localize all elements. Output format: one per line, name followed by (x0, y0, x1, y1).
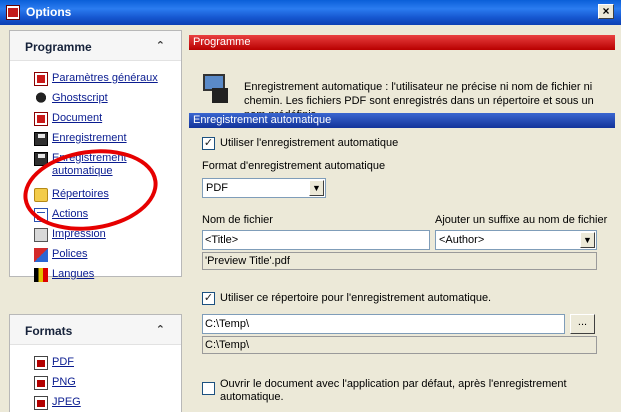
format-label: Format d'enregistrement automatique (202, 160, 386, 172)
filename-preview: 'Preview Title'.pdf (202, 252, 597, 270)
nav-item-png[interactable]: PNG (10, 374, 181, 394)
filename-label: Nom de fichier (202, 214, 273, 226)
programme-group-title: Programme (25, 40, 92, 54)
open-after-label: Ouvrir le document avec l'application pa… (220, 378, 567, 403)
autosave-settings: ✓ Utiliser l'enregistrement automatique … (189, 128, 615, 412)
nav-item-label: Paramètres généraux (52, 72, 158, 84)
left-panel: Programme ⌃ Paramètres généraux Ghostscr… (9, 30, 182, 412)
ghost-icon (34, 92, 48, 106)
flag-icon (34, 268, 48, 282)
directory-preview: C:\Temp\ (202, 336, 597, 354)
nav-item-label: Langues (52, 268, 95, 280)
chevron-up-icon[interactable]: ⌃ (156, 39, 165, 52)
jpeg-icon (34, 396, 48, 410)
use-directory-checkbox[interactable]: ✓ (202, 292, 215, 305)
filename-input[interactable]: <Title> (202, 230, 430, 250)
nav-item-enregistrement[interactable]: Enregistrement (10, 130, 181, 150)
title-bar: Options × (0, 0, 621, 25)
description-banner: Enregistrement automatique : l'utilisate… (189, 50, 615, 121)
format-select-value: PDF (206, 182, 228, 194)
document-icon (34, 72, 48, 86)
suffix-select-value: <Author> (439, 234, 485, 246)
nav-item-label: PDF (52, 356, 74, 368)
options-window: Options × Programme ⌃ Paramètres générau… (0, 0, 621, 412)
nav-item-label: PNG (52, 376, 76, 388)
open-after-checkbox[interactable] (202, 382, 215, 395)
printer-icon (34, 228, 48, 242)
programme-group-header[interactable]: Programme ⌃ (10, 31, 181, 61)
nav-item-label: Enregistrement (52, 132, 127, 144)
nav-item-document[interactable]: Document (10, 110, 181, 130)
nav-item-label: Ghostscript (52, 92, 108, 104)
document-icon (34, 112, 48, 126)
directory-input[interactable]: C:\Temp\ (202, 314, 565, 334)
nav-item-label: Polices (52, 248, 88, 260)
nav-item-polices[interactable]: Polices (10, 246, 181, 266)
nav-item-label: JPEG (52, 396, 81, 408)
nav-item-jpeg[interactable]: JPEG (10, 394, 181, 412)
nav-item-parametres-generaux[interactable]: Paramètres généraux (10, 70, 181, 90)
auto-save-icon (203, 74, 229, 104)
chevron-up-icon[interactable]: ⌃ (156, 323, 165, 336)
settings-panel: Programme Enregistrement automatique : l… (189, 35, 616, 412)
autosave-section-header: Enregistrement automatique (189, 113, 615, 128)
suffix-select[interactable]: <Author> ▼ (435, 230, 597, 250)
png-icon (34, 376, 48, 390)
programme-section-header: Programme (189, 35, 615, 50)
formats-group-header[interactable]: Formats ⌃ (10, 315, 181, 345)
close-button[interactable]: × (598, 4, 614, 19)
format-select[interactable]: PDF ▼ (202, 178, 326, 198)
chevron-down-icon[interactable]: ▼ (309, 180, 324, 196)
nav-item-langues[interactable]: Langues (10, 266, 181, 286)
formats-group-title: Formats (25, 324, 73, 338)
save-icon (34, 132, 48, 146)
formats-group: Formats ⌃ PDF PNG JPEG (9, 314, 182, 412)
font-icon (34, 248, 48, 262)
nav-item-pdf[interactable]: PDF (10, 354, 181, 374)
browse-button[interactable]: ... (570, 314, 595, 334)
app-icon (6, 5, 20, 20)
use-autosave-checkbox[interactable]: ✓ (202, 137, 215, 150)
nav-item-label: Document (52, 112, 103, 124)
formats-nav: PDF PNG JPEG (10, 345, 181, 412)
chevron-down-icon[interactable]: ▼ (580, 232, 595, 248)
nav-item-ghostscript[interactable]: Ghostscript (10, 90, 181, 110)
suffix-label: Ajouter un suffixe au nom de fichier (435, 214, 608, 226)
window-title: Options (26, 5, 72, 19)
pdf-icon (34, 356, 48, 370)
use-autosave-label: Utiliser l'enregistrement automatique (220, 137, 399, 149)
use-directory-label: Utiliser ce répertoire pour l'enregistre… (220, 292, 492, 304)
